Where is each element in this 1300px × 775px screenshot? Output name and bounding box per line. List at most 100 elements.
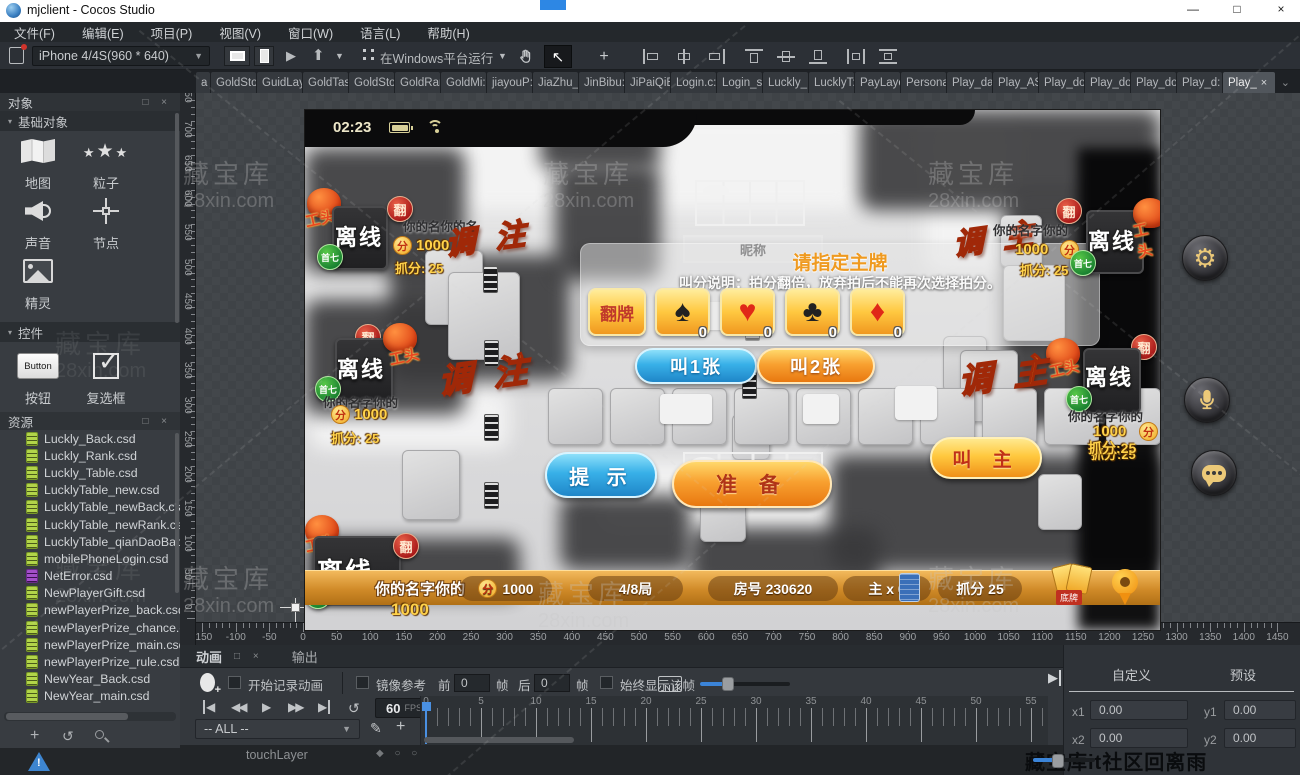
suit-button-3[interactable]: ♦0 (850, 288, 905, 336)
go-last-frame-button[interactable]: ▶ (318, 700, 330, 714)
ready-button[interactable]: 准 备 (672, 460, 832, 508)
object-item-particle[interactable]: ★★★ 粒子 (71, 133, 141, 192)
timeline-scrollbar[interactable] (424, 737, 574, 743)
card-placeholder[interactable] (402, 450, 460, 520)
field-y1[interactable]: 0.00 (1224, 700, 1296, 720)
distribute-h-button[interactable] (842, 45, 870, 68)
loop-button[interactable]: ↺ (348, 700, 360, 717)
file-NewYear_main.csd[interactable]: NewYear_main.csd (0, 688, 180, 705)
section-basic-objects[interactable]: ▾ 基础对象 (0, 111, 180, 131)
tab-Login.c:[interactable]: Login.c: (671, 72, 716, 93)
file-newPlayerPrize_back.csd[interactable]: newPlayerPrize_back.csd (0, 602, 180, 619)
fast-forward-button[interactable]: ▶▶ (288, 700, 302, 714)
tab-Play_do[interactable]: Play_do (1039, 72, 1084, 93)
tab-Play_do[interactable]: Play_do (1085, 72, 1130, 93)
align-bottom-button[interactable] (804, 45, 832, 68)
menu-item[interactable]: 帮助(H) (427, 23, 469, 42)
layer-name[interactable]: touchLayer (246, 748, 308, 762)
tab-JiPaiQiE[interactable]: JiPaiQiE (625, 72, 670, 93)
align-middle-v-button[interactable] (772, 45, 800, 68)
tab-LucklyT:[interactable]: LucklyT: (809, 72, 854, 93)
record-checkbox[interactable] (228, 676, 241, 689)
bottom-cards-button[interactable]: 底牌 (1050, 563, 1096, 605)
file-Luckly_Back.csd[interactable]: Luckly_Back.csd (0, 430, 180, 447)
tab-JinBibu:[interactable]: JinBibu: (579, 72, 624, 93)
tab-GoldRar[interactable]: GoldRar (395, 72, 440, 93)
suit-button-1[interactable]: ♥0 (720, 288, 775, 336)
file-newPlayerPrize_main.csd[interactable]: newPlayerPrize_main.csd (0, 636, 180, 653)
hint-button[interactable]: 提 示 (545, 452, 657, 498)
file-mobilePhoneLogin.csd[interactable]: mobilePhoneLogin.csd (0, 550, 180, 567)
object-item-node[interactable]: 节点 (71, 193, 141, 252)
settings-button[interactable]: ⚙ (1182, 235, 1228, 281)
field-x2[interactable]: 0.00 (1090, 728, 1188, 748)
distribute-v-button[interactable] (874, 45, 902, 68)
tab-JiaZhu_[interactable]: JiaZhu_ (533, 72, 578, 93)
menu-item[interactable]: 视图(V) (219, 23, 261, 42)
file-NetError.csd[interactable]: NetError.csd (0, 568, 180, 585)
tab-partial[interactable]: a (196, 72, 210, 93)
animation-filter-select[interactable]: -- ALL -- ▼ (195, 719, 360, 739)
after-input[interactable]: 0 (534, 674, 570, 692)
voice-button[interactable] (1184, 377, 1230, 423)
select-tool[interactable]: ↖ (544, 45, 572, 68)
card-placeholder[interactable] (1038, 474, 1082, 530)
chat-button[interactable] (1191, 450, 1237, 496)
resources-hscrollbar[interactable] (4, 712, 176, 721)
tab-overflow-chevron[interactable]: ⌄ (1281, 76, 1300, 89)
tab-presets[interactable]: 预设 (1230, 665, 1256, 684)
run-target-label[interactable]: 在Windows平台运行 (380, 48, 493, 67)
file-newPlayerPrize_chance.csd[interactable]: newPlayerPrize_chance.csd (0, 619, 180, 636)
onion-skin-icon[interactable] (658, 676, 682, 692)
refresh-resources-button[interactable]: ↺ (62, 728, 74, 745)
rewind-button[interactable]: ◀◀ (231, 700, 245, 714)
new-project-icon[interactable] (9, 47, 24, 64)
file-Luckly_Rank.csd[interactable]: Luckly_Rank.csd (0, 447, 180, 464)
object-item-map[interactable]: 地图 (3, 133, 73, 192)
before-input[interactable]: 0 (454, 674, 490, 692)
file-NewPlayerGift.csd[interactable]: NewPlayerGift.csd (0, 585, 180, 602)
go-first-frame-button[interactable]: ◀ (203, 700, 213, 714)
call-one-button[interactable]: 叫1张 (635, 348, 757, 384)
file-newPlayerPrize_rule.csd[interactable]: newPlayerPrize_rule.csd (0, 653, 180, 670)
card-placeholder[interactable] (610, 388, 665, 445)
tab-Play_da[interactable]: Play_da (947, 72, 992, 93)
output-tab[interactable]: 输出 (292, 647, 318, 666)
tab-GoldSto[interactable]: GoldSto (349, 72, 394, 93)
file-LucklyTable_newRank.csd[interactable]: LucklyTable_newRank.csd (0, 516, 180, 533)
zoom-slider-thumb[interactable] (722, 677, 734, 691)
orientation-portrait-button[interactable] (254, 46, 274, 66)
add-resource-button[interactable]: + (30, 727, 39, 745)
close-button[interactable]: × (1268, 2, 1294, 20)
tab-Login_s:[interactable]: Login_s: (717, 72, 762, 93)
suit-button-2[interactable]: ♣0 (785, 288, 840, 336)
align-top-button[interactable] (740, 45, 768, 68)
play-icon[interactable]: ▶ (286, 48, 296, 64)
call-trump-button[interactable]: 叫 主 (930, 437, 1042, 479)
file-LucklyTable_newBack.csd[interactable]: LucklyTable_newBack.csd (0, 499, 180, 516)
game-screen[interactable]: 02:23 昵称 请指定主牌 叫分说明：拍分翻倍，放弃拍后不能再次选择拍分。 翻… (305, 110, 1160, 630)
field-y2[interactable]: 0.00 (1224, 728, 1296, 748)
object-item-checkbox[interactable]: ✓ 复选框 (71, 348, 141, 407)
section-controls[interactable]: ▾ 控件 (0, 322, 180, 342)
card-back-template[interactable] (695, 180, 805, 226)
move-tool[interactable]: + (590, 45, 618, 68)
publish-chevron-icon[interactable]: ▼ (335, 51, 344, 61)
tab-GoldTas[interactable]: GoldTas (303, 72, 348, 93)
tab-close-icon[interactable]: × (1261, 77, 1267, 89)
resources-scrollbar[interactable] (175, 433, 179, 593)
file-LucklyTable_new.csd[interactable]: LucklyTable_new.csd (0, 482, 180, 499)
file-LucklyTable_qianDaoBack.csd[interactable]: LucklyTable_qianDaoBack.csd (0, 533, 180, 550)
flip-card-button[interactable]: 翻牌 (588, 288, 646, 336)
minimize-button[interactable]: — (1180, 2, 1206, 20)
hand-tool[interactable] (512, 45, 540, 68)
add-animation-icon[interactable]: + (396, 718, 405, 736)
step-forward-icon[interactable]: ▶ (1048, 670, 1061, 686)
panel-window-icons[interactable]: □ × (142, 97, 172, 108)
objects-scrollbar[interactable] (175, 113, 179, 323)
tab-Play_AS[interactable]: Play_AS (993, 72, 1038, 93)
maximize-button[interactable]: □ (1224, 2, 1250, 20)
tab-Luckly_[interactable]: Luckly_ (763, 72, 808, 93)
tab-Play_do[interactable]: Play_do (1131, 72, 1176, 93)
edit-animation-icon[interactable]: ✎ (370, 720, 382, 737)
